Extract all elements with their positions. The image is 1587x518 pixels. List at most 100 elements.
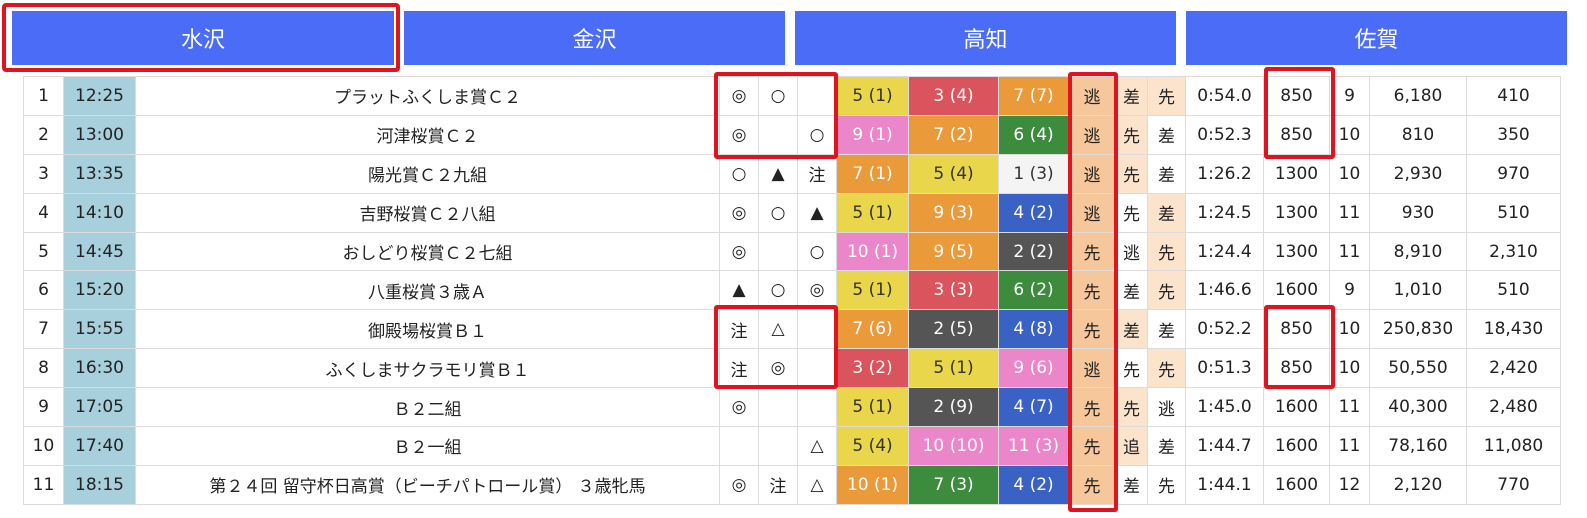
- placing-1: 5 (1): [836, 387, 909, 428]
- placing-1: 5 (1): [836, 76, 909, 116]
- payout-2: 410: [1466, 76, 1561, 116]
- runstyle-2: 差: [1115, 76, 1148, 116]
- race-number: 2: [23, 114, 64, 155]
- race-time: 15:55: [63, 309, 136, 350]
- table-row[interactable]: 11 18:15 第２４回 留守杯日高賞（ビーチパトロール賞） ３歳牝馬 ◎ 注 △ 10 …: [23, 464, 1561, 505]
- table-row[interactable]: 4 14:10 吉野桜賞Ｃ２八組 ◎ ○ ▲ 5 (1) 9 (3) 4 (2) 逃先差 1:24.…: [23, 192, 1561, 233]
- payout-1: 2,930: [1369, 153, 1467, 194]
- runstyle-2: 先: [1115, 153, 1148, 194]
- race-name: ふくしまサクラモリ賞Ｂ１: [135, 348, 720, 389]
- payout-2: 350: [1466, 114, 1561, 155]
- result-time: 1:45.0: [1185, 387, 1264, 428]
- runstyle-1: 逃: [1068, 192, 1116, 233]
- distance: 1300: [1263, 231, 1330, 272]
- mark-1: [719, 426, 759, 466]
- payout-2: 970: [1466, 153, 1561, 194]
- runstyle-3: 先: [1147, 464, 1186, 505]
- placing-1: 10 (1): [836, 231, 909, 272]
- runstyle-3: 先: [1147, 76, 1186, 116]
- mark-1: ◎: [719, 231, 759, 272]
- distance: 850: [1263, 76, 1330, 116]
- race-number: 7: [23, 309, 64, 350]
- tab-saga[interactable]: 佐賀: [1186, 11, 1567, 65]
- race-number: 11: [23, 464, 64, 505]
- placing-3: 9 (6): [998, 348, 1069, 389]
- race-name: Ｂ２二組: [135, 387, 720, 428]
- mark-2: ◎: [758, 348, 798, 389]
- runstyle-1: 先: [1068, 270, 1116, 311]
- payout-1: 50,550: [1369, 348, 1467, 389]
- race-number: 3: [23, 153, 64, 194]
- mark-1: ○: [719, 153, 759, 194]
- race-time: 17:40: [63, 426, 136, 466]
- result-time: 1:24.4: [1185, 231, 1264, 272]
- payout-2: 770: [1466, 464, 1561, 505]
- race-time: 14:45: [63, 231, 136, 272]
- table-row[interactable]: 9 17:05 Ｂ２二組 ◎ 5 (1) 2 (9) 4 (7) 先先逃 1:45.0 1600 1…: [23, 387, 1561, 428]
- table-row[interactable]: 6 15:20 八重桜賞３歳Ａ ▲ ○ ◎ 5 (1) 3 (3) 6 (2) 先差先 1:46.6…: [23, 270, 1561, 311]
- distance: 1600: [1263, 464, 1330, 505]
- mark-1: ◎: [719, 387, 759, 428]
- placing-2: 5 (1): [908, 348, 999, 389]
- result-time: 1:46.6: [1185, 270, 1264, 311]
- placing-1: 9 (1): [836, 114, 909, 155]
- field-size: 10: [1329, 153, 1370, 194]
- placing-1: 10 (1): [836, 464, 909, 505]
- payout-2: 11,080: [1466, 426, 1561, 466]
- runstyle-3: 先: [1147, 348, 1186, 389]
- placing-1: 7 (1): [836, 153, 909, 194]
- placing-2: 7 (3): [908, 464, 999, 505]
- tab-mizusawa[interactable]: 水沢: [12, 11, 394, 65]
- mark-1: ◎: [719, 114, 759, 155]
- race-time: 14:10: [63, 192, 136, 233]
- mark-2: [758, 426, 798, 466]
- race-number: 6: [23, 270, 64, 311]
- table-row[interactable]: 10 17:40 Ｂ２一組 △ 5 (4) 10 (10) 11 (3) 先追差 1:44.7 1…: [23, 426, 1561, 466]
- distance: 850: [1263, 309, 1330, 350]
- field-size: 11: [1329, 387, 1370, 428]
- table-row[interactable]: 5 14:45 おしどり桜賞Ｃ２七組 ◎ ○ 10 (1) 9 (5) 2 (2) 先逃先 1:2…: [23, 231, 1561, 272]
- payout-2: 510: [1466, 192, 1561, 233]
- table-row[interactable]: 8 16:30 ふくしまサクラモリ賞Ｂ１ 注 ◎ 3 (2) 5 (1) 9 (6) 逃先先 0:…: [23, 348, 1561, 389]
- mark-3: [797, 309, 837, 350]
- mark-2: [758, 387, 798, 428]
- mark-3: ◎: [797, 270, 837, 311]
- result-time: 0:52.3: [1185, 114, 1264, 155]
- runstyle-2: 先: [1115, 387, 1148, 428]
- table-row[interactable]: 1 12:25 プラットふくしま賞Ｃ２ ◎ ○ 5 (1) 3 (4) 7 (7) 逃差先 0:5…: [23, 76, 1561, 116]
- mark-2: ○: [758, 76, 798, 116]
- race-name: 八重桜賞３歳Ａ: [135, 270, 720, 311]
- venue-tabs: 水沢 金沢 高知 佐賀: [0, 0, 1587, 75]
- tab-kochi[interactable]: 高知: [795, 11, 1176, 65]
- table-row[interactable]: 3 13:35 陽光賞Ｃ２九組 ○ ▲ 注 7 (1) 5 (4) 1 (3) 逃先差 1:26.2…: [23, 153, 1561, 194]
- race-number: 9: [23, 387, 64, 428]
- field-size: 9: [1329, 76, 1370, 116]
- race-name: おしどり桜賞Ｃ２七組: [135, 231, 720, 272]
- mark-2: [758, 231, 798, 272]
- table-row[interactable]: 2 13:00 河津桜賞Ｃ２ ◎ ○ 9 (1) 7 (2) 6 (4) 逃先差 0:52.3 85…: [23, 114, 1561, 155]
- table-row[interactable]: 7 15:55 御殿場桜賞Ｂ１ 注 △ 7 (6) 2 (5) 4 (8) 先差差 0:52.2 8…: [23, 309, 1561, 350]
- mark-1: ◎: [719, 192, 759, 233]
- result-time: 0:52.2: [1185, 309, 1264, 350]
- placing-3: 7 (7): [998, 76, 1069, 116]
- race-time: 18:15: [63, 464, 136, 505]
- mark-1: ◎: [719, 76, 759, 116]
- mark-2: ○: [758, 270, 798, 311]
- tab-kanazawa[interactable]: 金沢: [404, 11, 785, 65]
- mark-1: 注: [719, 309, 759, 350]
- race-time: 13:00: [63, 114, 136, 155]
- placing-2: 3 (4): [908, 76, 999, 116]
- race-name: 陽光賞Ｃ２九組: [135, 153, 720, 194]
- runstyle-1: 逃: [1068, 348, 1116, 389]
- placing-2: 3 (3): [908, 270, 999, 311]
- result-time: 1:26.2: [1185, 153, 1264, 194]
- runstyle-1: 先: [1068, 387, 1116, 428]
- payout-1: 930: [1369, 192, 1467, 233]
- distance: 1300: [1263, 153, 1330, 194]
- payout-2: 2,480: [1466, 387, 1561, 428]
- runstyle-2: 差: [1115, 309, 1148, 350]
- race-name: 御殿場桜賞Ｂ１: [135, 309, 720, 350]
- runstyle-1: 先: [1068, 309, 1116, 350]
- race-number: 5: [23, 231, 64, 272]
- placing-2: 9 (5): [908, 231, 999, 272]
